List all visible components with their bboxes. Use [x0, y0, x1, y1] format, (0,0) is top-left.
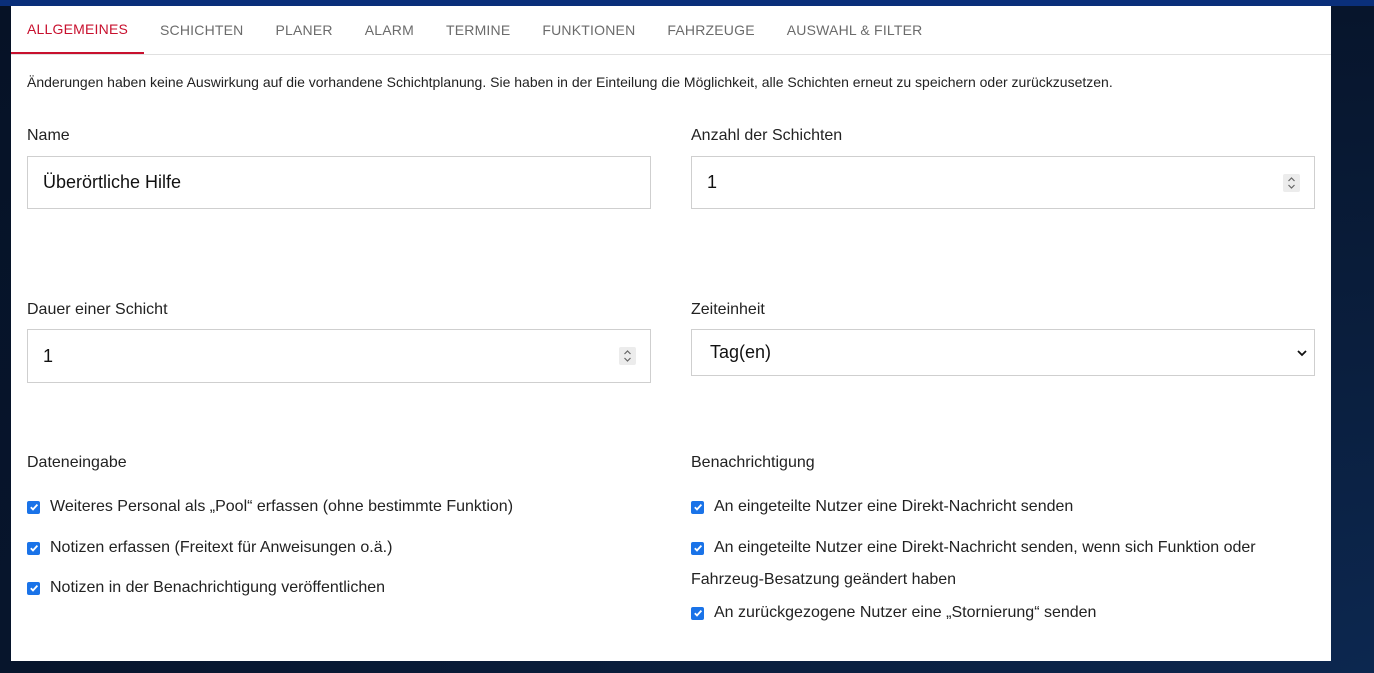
shift-count-value: 1 [707, 172, 718, 192]
data-entry-option-publish-notes[interactable]: Notizen in der Benachrichtigung veröffen… [27, 579, 385, 597]
tab-allgemeines[interactable]: ALLGEMEINES [11, 6, 145, 54]
shift-duration-label: Dauer einer Schicht [27, 301, 168, 318]
name-label: Name [27, 127, 70, 144]
checkbox-checked-icon[interactable] [691, 500, 704, 514]
tab-funktionen[interactable]: FUNKTIONEN [526, 6, 651, 54]
settings-panel: ALLGEMEINES SCHICHTEN PLANER ALARM TERMI… [11, 6, 1331, 661]
info-notice: Änderungen haben keine Auswirkung auf di… [27, 74, 1113, 90]
data-entry-option-notes[interactable]: Notizen erfassen (Freitext für Anweisung… [27, 539, 392, 557]
shift-count-input[interactable]: 1 [691, 156, 1315, 209]
time-unit-value: Tag(en) [710, 342, 772, 362]
tab-planer[interactable]: PLANER [260, 6, 349, 54]
tab-auswahl-filter[interactable]: AUSWAHL & FILTER [771, 6, 939, 54]
shift-count-label: Anzahl der Schichten [691, 127, 843, 144]
data-entry-option-label: Weiteres Personal als „Pool“ erfassen (o… [50, 498, 514, 515]
time-unit-label: Zeiteinheit [691, 301, 765, 318]
checkbox-checked-icon[interactable] [27, 581, 40, 595]
data-entry-option-label: Notizen erfassen (Freitext für Anweisung… [50, 539, 393, 556]
tab-bar: ALLGEMEINES SCHICHTEN PLANER ALARM TERMI… [11, 6, 1331, 55]
tab-alarm[interactable]: ALARM [349, 6, 430, 54]
tab-fahrzeuge[interactable]: FAHRZEUGE [651, 6, 770, 54]
notification-option-label: An zurückgezogene Nutzer eine „Stornieru… [714, 604, 1097, 621]
shift-duration-input[interactable]: 1 [27, 329, 651, 383]
tab-schichten[interactable]: SCHICHTEN [144, 6, 259, 54]
notification-option-change-message[interactable]: An eingeteilte Nutzer eine Direkt-Nachri… [691, 539, 1256, 557]
data-entry-option-label: Notizen in der Benachrichtigung veröffen… [50, 579, 386, 596]
time-unit-select[interactable]: Tag(en) [691, 329, 1315, 376]
shift-duration-value: 1 [43, 345, 54, 366]
data-entry-title: Dateneingabe [27, 454, 127, 471]
notification-option-cancellation[interactable]: An zurückgezogene Nutzer eine „Stornieru… [691, 604, 1096, 622]
name-input-value: Überörtliche Hilfe [43, 172, 182, 192]
checkbox-checked-icon[interactable] [27, 500, 40, 514]
chevron-down-icon [1297, 349, 1307, 356]
notification-option-label-continued: Fahrzeug-Besatzung geändert haben [691, 571, 957, 588]
checkbox-checked-icon[interactable] [691, 606, 704, 620]
notification-option-label: An eingeteilte Nutzer eine Direkt-Nachri… [714, 498, 1074, 515]
data-entry-option-pool[interactable]: Weiteres Personal als „Pool“ erfassen (o… [27, 498, 513, 516]
shift-duration-stepper-icon[interactable] [619, 347, 636, 365]
checkbox-checked-icon[interactable] [27, 541, 40, 555]
shift-count-stepper-icon[interactable] [1283, 173, 1300, 192]
name-input[interactable]: Überörtliche Hilfe [27, 156, 651, 209]
notification-option-direct-message[interactable]: An eingeteilte Nutzer eine Direkt-Nachri… [691, 498, 1073, 516]
notification-title: Benachrichtigung [691, 454, 815, 471]
tab-termine[interactable]: TERMINE [430, 6, 526, 54]
notification-option-label: An eingeteilte Nutzer eine Direkt-Nachri… [714, 539, 1256, 556]
checkbox-checked-icon[interactable] [691, 541, 704, 555]
